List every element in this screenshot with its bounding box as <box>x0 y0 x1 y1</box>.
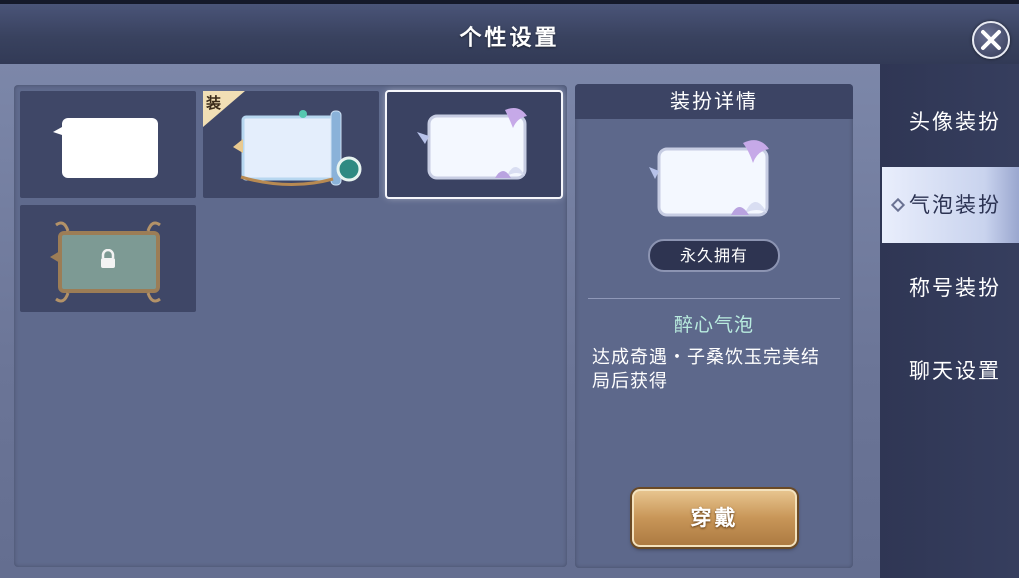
bubble-slot-dragon[interactable] <box>20 205 196 312</box>
tab-label: 聊天设置 <box>909 359 1001 383</box>
selected-marker-icon <box>890 197 906 213</box>
wear-button[interactable]: 穿戴 <box>632 489 797 547</box>
close-icon <box>981 30 1001 50</box>
item-description: 达成奇遇・子桑饮玉完美结局后获得 <box>592 347 820 392</box>
bubble-slot-scroll[interactable]: 装 <box>203 91 379 198</box>
close-button[interactable] <box>972 21 1010 59</box>
bubble-slot-default[interactable] <box>20 91 196 198</box>
title-bar: 个性设置 <box>0 0 1019 64</box>
tab-chat-settings[interactable]: 聊天设置 <box>880 333 1019 409</box>
divider <box>588 298 840 299</box>
sidebar: 头像装扮 气泡装扮 称号装扮 聊天设置 <box>880 64 1019 578</box>
equipped-tag-label: 装 <box>206 94 222 112</box>
lotus-bubble-icon <box>417 108 527 180</box>
detail-panel: 装扮详情 永久拥有 醉心气泡 达成奇遇・子桑饮玉完美结局后获得 穿戴 <box>575 84 853 568</box>
bubble-slot-lotus[interactable] <box>385 90 563 199</box>
lock-icon <box>101 249 115 268</box>
tab-bubble-decor[interactable]: 气泡装扮 <box>882 167 1019 243</box>
tab-title-decor[interactable]: 称号装扮 <box>880 250 1019 326</box>
bubble-grid: 装 <box>14 85 567 567</box>
tab-label: 头像装扮 <box>909 110 1001 134</box>
item-name: 醉心气泡 <box>673 314 754 336</box>
tab-avatar-decor[interactable]: 头像装扮 <box>880 84 1019 160</box>
tab-label: 气泡装扮 <box>909 193 1001 217</box>
default-bubble-icon <box>53 118 158 178</box>
detail-header: 装扮详情 <box>575 84 853 119</box>
page-title: 个性设置 <box>459 25 560 51</box>
tab-label: 称号装扮 <box>909 276 1001 300</box>
preview-bubble-icon <box>649 140 769 217</box>
ownership-badge: 永久拥有 <box>648 239 780 272</box>
scroll-bubble-icon <box>233 110 362 186</box>
